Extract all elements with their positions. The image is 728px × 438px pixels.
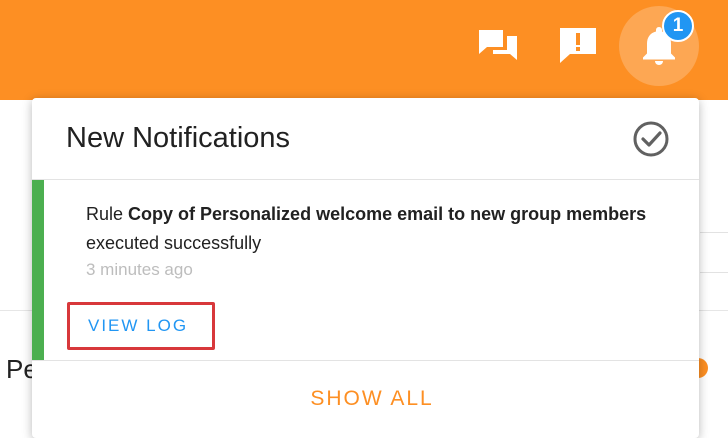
notifications-header: New Notifications: [32, 98, 699, 180]
status-indicator-bar: [32, 180, 44, 360]
notifications-footer: SHOW ALL: [32, 360, 699, 438]
chat-icon[interactable]: [477, 24, 519, 66]
view-log-button[interactable]: VIEW LOG: [67, 302, 215, 350]
check-circle-icon: [633, 121, 669, 157]
mark-all-read-button[interactable]: [631, 119, 671, 159]
rule-name: Copy of Personalized welcome email to ne…: [128, 204, 647, 224]
show-all-button[interactable]: SHOW ALL: [32, 387, 699, 411]
background-divider: [700, 272, 728, 273]
notification-message: Rule Copy of Personalized welcome email …: [86, 204, 647, 253]
notification-count-badge: 1: [662, 10, 694, 42]
notification-timestamp: 3 minutes ago: [86, 260, 193, 279]
notifications-dropdown: New Notifications Rule Copy of Personali…: [32, 98, 699, 438]
background-divider: [700, 232, 728, 233]
notification-item: Rule Copy of Personalized welcome email …: [32, 180, 699, 360]
notifications-title: New Notifications: [66, 122, 291, 154]
feedback-icon[interactable]: [557, 24, 599, 66]
